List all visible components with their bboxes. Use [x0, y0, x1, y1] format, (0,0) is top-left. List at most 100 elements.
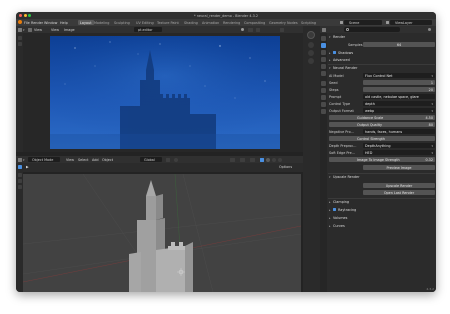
- solid-shading-icon[interactable]: [266, 157, 270, 162]
- display-channels-icon[interactable]: [248, 27, 253, 32]
- steps-field[interactable]: 20: [363, 87, 435, 92]
- open-last-render-button[interactable]: Open Last Render: [363, 190, 435, 195]
- section-upscale-render[interactable]: ▾ Upscale Render: [328, 174, 435, 180]
- soft-edge-dropdown[interactable]: HED ▾: [363, 150, 435, 155]
- eyedropper-icon[interactable]: [256, 27, 260, 32]
- view-layer-tab-icon[interactable]: [321, 57, 326, 62]
- object-mode-selector[interactable]: Object Mode: [28, 157, 60, 162]
- tab-shading[interactable]: Shading: [182, 20, 200, 25]
- constraints-tab-icon[interactable]: [321, 102, 326, 107]
- tab-geometry-nodes[interactable]: Geometry Nodes: [267, 20, 300, 25]
- transform-orientation-selector[interactable]: Global: [140, 157, 162, 162]
- menu-window[interactable]: Window: [44, 21, 57, 25]
- data-tab-icon[interactable]: [321, 109, 326, 114]
- section-shadows[interactable]: ▸ Shadows: [328, 50, 435, 56]
- blender-logo-icon[interactable]: [18, 20, 22, 25]
- proportional-edit-icon[interactable]: [174, 157, 178, 162]
- section-clamping[interactable]: ▸ Clamping: [328, 199, 435, 205]
- section-advanced[interactable]: ▸ Advanced: [328, 57, 435, 63]
- menu-add[interactable]: Add: [92, 158, 99, 162]
- samples-field[interactable]: 64: [363, 42, 435, 47]
- output-format-dropdown[interactable]: webp ▾: [363, 108, 435, 113]
- tab-uv-editing[interactable]: UV Editing: [134, 20, 156, 25]
- scene-selector[interactable]: Scene: [344, 20, 382, 25]
- upscale-render-button[interactable]: Upscale Render: [363, 183, 435, 188]
- menu-help[interactable]: Help: [60, 21, 68, 25]
- material-shading-icon[interactable]: [272, 157, 276, 162]
- section-volumes[interactable]: ▸ Volumes: [328, 215, 435, 221]
- tab-texture-paint[interactable]: Texture Paint: [155, 20, 181, 25]
- depth-preproc-dropdown[interactable]: DepthAnything ▾: [363, 143, 435, 148]
- select-tool-icon[interactable]: [17, 165, 22, 169]
- output-quality-slider[interactable]: Output Quality 80: [329, 122, 435, 127]
- ai-model-dropdown[interactable]: Flux Control Net ▾: [363, 73, 435, 78]
- chevron-down-icon[interactable]: ▾: [23, 158, 25, 162]
- control-strength-slider[interactable]: Control Strength: [329, 136, 435, 141]
- play-icon[interactable]: ▶: [26, 165, 29, 169]
- tab-modeling[interactable]: Modeling: [92, 20, 111, 25]
- editor-mode-icon[interactable]: [28, 27, 32, 32]
- render-tab-icon[interactable]: [321, 43, 326, 48]
- menu-select[interactable]: Select: [78, 158, 88, 162]
- guidance-scale-slider[interactable]: Guidance Scale 4.50: [329, 115, 435, 120]
- overlay-icon[interactable]: [250, 157, 255, 162]
- physics-tab-icon[interactable]: [321, 95, 326, 100]
- rendered-shading-icon[interactable]: [278, 157, 282, 162]
- tab-rendering[interactable]: Rendering: [221, 20, 242, 25]
- move-tool-icon[interactable]: [17, 179, 22, 183]
- menu-render[interactable]: Render: [31, 21, 43, 25]
- image-selector[interactable]: pt.editor: [134, 27, 162, 32]
- section-raytracing[interactable]: ▸ Raytracing: [328, 207, 435, 213]
- visibility-icon[interactable]: [230, 157, 235, 162]
- section-render[interactable]: ▾ Render: [328, 34, 435, 40]
- menu-viewport-view[interactable]: View: [66, 158, 74, 162]
- image-strength-slider[interactable]: Image To Image Strength 0.32: [329, 157, 435, 162]
- seed-field[interactable]: 1: [363, 80, 435, 85]
- 3d-viewport[interactable]: [23, 174, 301, 292]
- preview-image-button[interactable]: Preview Image: [363, 165, 435, 170]
- pin-icon[interactable]: [428, 28, 431, 31]
- zoom-icon[interactable]: [308, 42, 314, 48]
- raytracing-checkbox[interactable]: [333, 208, 336, 212]
- properties-type-icon[interactable]: [322, 27, 326, 32]
- control-type-dropdown[interactable]: depth ▾: [363, 101, 435, 106]
- cursor-tool-icon[interactable]: [17, 173, 22, 177]
- view-mode-label[interactable]: View: [34, 28, 42, 32]
- section-neural-render[interactable]: ▾ Neural Render: [328, 65, 435, 71]
- camera-view-icon[interactable]: [308, 58, 314, 64]
- xray-icon[interactable]: [260, 157, 264, 162]
- output-tab-icon[interactable]: [321, 50, 326, 55]
- rotate-tool-icon[interactable]: [17, 185, 22, 189]
- hand-pan-icon[interactable]: [308, 50, 314, 56]
- gizmo-icon[interactable]: [240, 157, 245, 162]
- menu-image[interactable]: Image: [64, 28, 75, 32]
- cursor-tool-icon[interactable]: [17, 36, 22, 40]
- image-editor-type-icon[interactable]: [18, 27, 22, 32]
- pin-icon[interactable]: [241, 28, 244, 31]
- world-tab-icon[interactable]: [321, 71, 326, 76]
- menu-view[interactable]: View: [51, 28, 59, 32]
- shadows-checkbox[interactable]: [333, 51, 336, 55]
- view-layer-selector[interactable]: ViewLayer: [390, 20, 432, 25]
- scene-tab-icon[interactable]: [321, 64, 326, 69]
- object-tab-icon[interactable]: [321, 81, 326, 86]
- tool-tab-icon[interactable]: [321, 36, 326, 41]
- menu-file[interactable]: File: [24, 21, 30, 25]
- properties-search-input[interactable]: [344, 27, 400, 32]
- tab-sculpting[interactable]: Sculpting: [112, 20, 132, 25]
- tab-animation[interactable]: Animation: [200, 20, 221, 25]
- tab-compositing[interactable]: Compositing: [242, 20, 267, 25]
- options-button[interactable]: Options: [279, 165, 292, 169]
- negative-prompt-input[interactable]: hands, faces, humans: [363, 129, 435, 134]
- prompt-input[interactable]: old castle, nebulae space, glare: [363, 94, 435, 99]
- snap-icon[interactable]: [166, 157, 170, 162]
- tab-scripting[interactable]: Scripting: [299, 20, 318, 25]
- chevron-down-icon[interactable]: ▾: [23, 28, 25, 32]
- modifier-tab-icon[interactable]: [321, 88, 326, 93]
- sample-tool-icon[interactable]: [17, 42, 22, 46]
- section-curves[interactable]: ▸ Curves: [328, 223, 435, 229]
- viewport-type-icon[interactable]: [18, 157, 22, 162]
- navigation-gizmo-icon[interactable]: [307, 31, 315, 39]
- sidebar-toggle-icon[interactable]: [280, 27, 284, 32]
- menu-object[interactable]: Object: [102, 158, 113, 162]
